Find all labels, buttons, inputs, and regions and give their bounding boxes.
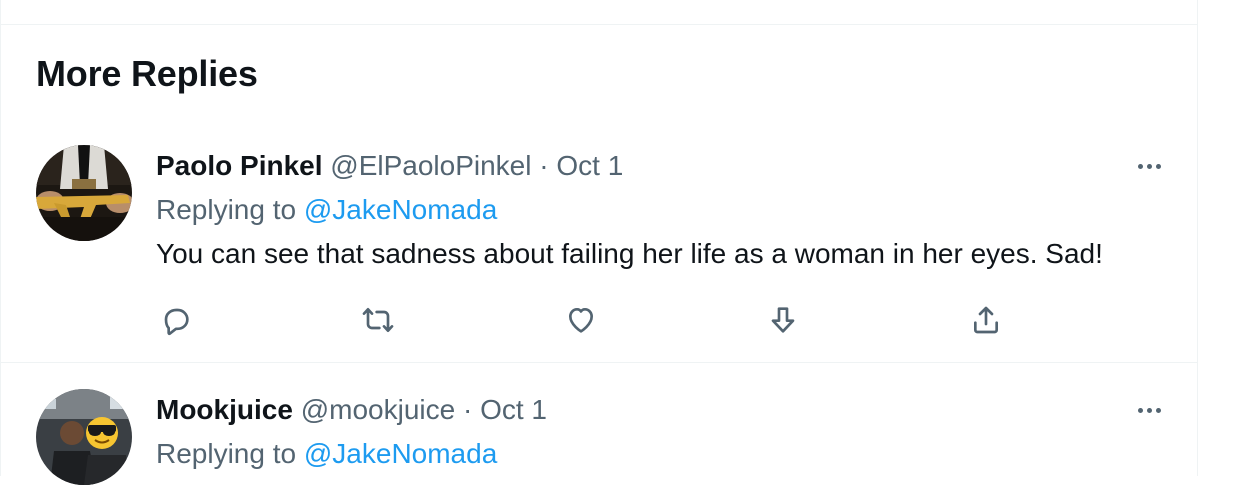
user-avatar-sunglasses-emoji-icon: [36, 389, 132, 485]
retweet-icon: [362, 308, 394, 332]
display-name[interactable]: Mookjuice: [156, 394, 293, 425]
like-icon: [569, 308, 593, 333]
more-dot-icon: [1137, 163, 1143, 169]
user-handle[interactable]: @ElPaoloPinkel: [330, 150, 531, 181]
separator-dot: ·: [539, 150, 549, 181]
reply-header: Mookjuice @mookjuice · Oct 1: [156, 392, 547, 428]
tweet-date[interactable]: Oct 1: [556, 150, 623, 181]
reply-item[interactable]: Paolo Pinkel @ElPaoloPinkel · Oct 1 Repl…: [1, 140, 1197, 361]
replying-to-line: Replying to @JakeNomada: [156, 436, 497, 472]
separator-dot: ·: [462, 394, 473, 425]
retweet-button[interactable]: [356, 298, 400, 342]
more-dot-icon: [1155, 163, 1161, 169]
tweet-date[interactable]: Oct 1: [480, 394, 547, 425]
avatar[interactable]: [36, 145, 132, 241]
mention-link[interactable]: @JakeNomada: [304, 194, 497, 225]
display-name[interactable]: Paolo Pinkel: [156, 150, 323, 181]
tweet-text: You can see that sadness about failing h…: [156, 238, 1103, 269]
like-button[interactable]: [559, 298, 603, 342]
timeline-column: More Replies Paolo Pinkel @ElPaoloPinkel…: [0, 0, 1198, 485]
mention-link[interactable]: @JakeNomada: [304, 438, 497, 469]
more-dot-icon: [1146, 163, 1152, 169]
action-bar: [1, 298, 1197, 342]
reply-item[interactable]: Mookjuice @mookjuice · Oct 1 Replying to…: [1, 362, 1197, 485]
more-options-button[interactable]: [1129, 392, 1169, 428]
replying-to-label: Replying to: [156, 438, 297, 469]
replying-to-line: Replying to @JakeNomada: [156, 192, 497, 228]
downvote-button[interactable]: [761, 298, 805, 342]
more-dot-icon: [1146, 407, 1152, 413]
replying-to-label: Replying to: [156, 194, 297, 225]
reply-icon: [164, 308, 189, 336]
more-dot-icon: [1137, 407, 1143, 413]
share-button[interactable]: [964, 298, 1008, 342]
avatar[interactable]: [36, 389, 132, 485]
user-avatar-gold-rifle-icon: [36, 145, 132, 241]
share-icon: [974, 306, 998, 334]
downvote-icon: [771, 307, 795, 333]
top-divider: [1, 24, 1197, 25]
more-replies-heading: More Replies: [36, 53, 258, 94]
reply-button[interactable]: [154, 298, 198, 342]
reply-header: Paolo Pinkel @ElPaoloPinkel · Oct 1: [156, 148, 623, 184]
more-dot-icon: [1155, 407, 1161, 413]
user-handle[interactable]: @mookjuice: [301, 394, 455, 425]
more-options-button[interactable]: [1129, 148, 1169, 184]
